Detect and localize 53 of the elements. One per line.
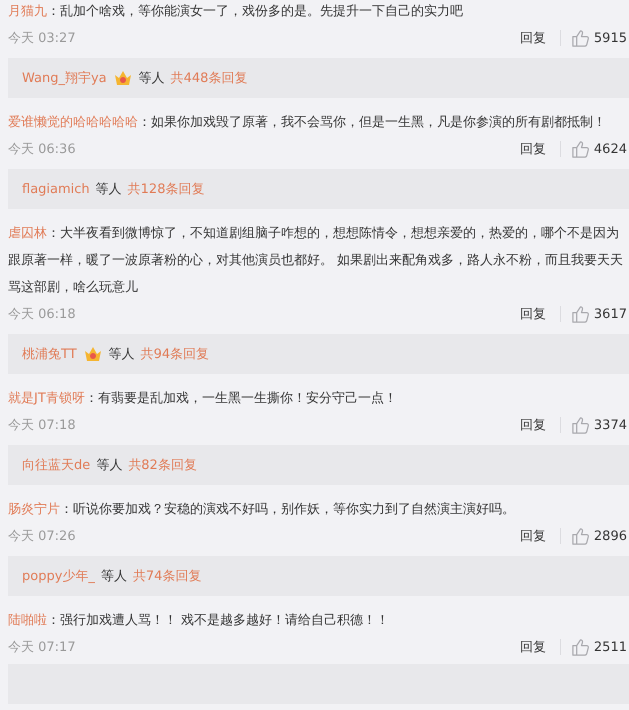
user-link[interactable]: 月猫九 (8, 4, 47, 19)
comment-text: 肠炎宁片：听说你要加戏？安稳的演戏不好吗，别作妖，等你实力到了自然演主演好吗。 (8, 501, 516, 519)
reply-others-text: 等人 (96, 457, 122, 474)
reply-others-text: 等人 (96, 181, 122, 198)
thumbs-up-icon[interactable] (570, 28, 590, 48)
like-count: 3374 (594, 418, 627, 432)
user-link[interactable]: 陆啪啦 (8, 613, 47, 628)
comment-text: 虐囚林：大半夜看到微博惊了，不知道剧组脑子咋想的，想想陈情令，想想亲爱的，热爱的，哪个不是因为跟原著一样，暖了一波原著粉的心，对其他演员也都好。 如果剧出来配角戏多，路人永不粉，而且我要天天骂这部剧，啥么玩意儿 (8, 225, 624, 297)
comment-time: 今天 07:17 (8, 639, 76, 656)
reply-others-text: 等人 (108, 346, 135, 363)
reply-user-link[interactable]: poppy少年_ (22, 567, 95, 585)
reply-user-link[interactable]: 向往蓝天de (22, 456, 90, 474)
comment-time: 今天 03:27 (8, 30, 76, 47)
thumbs-up-icon[interactable] (570, 416, 590, 434)
like-count: 4624 (594, 142, 627, 156)
like-count: 2511 (594, 640, 627, 654)
user-link[interactable]: 就是JT青锁呀 (8, 391, 85, 406)
comment-time: 今天 07:26 (8, 528, 76, 545)
like-count: 5915 (594, 30, 627, 46)
reply-others-text: 等人 (138, 70, 165, 87)
like-count: 3617 (594, 306, 627, 322)
thumbs-up-icon[interactable] (570, 526, 590, 546)
comment-text: 爱谁懒觉的哈哈哈哈哈：如果你加戏毁了原著，我不会骂你，但是一生黑，凡是你参演的所有剧都抵制！ (8, 114, 607, 132)
reply-user-link[interactable]: 桃浦兔TT (22, 345, 77, 363)
thumbs-up-icon[interactable] (570, 304, 590, 324)
comment-time: 今天 07:18 (8, 417, 76, 434)
reply-count-link[interactable]: 共448条回复 (170, 69, 248, 87)
comment-text: 就是JT青锁呀：有翡要是乱加戏，一生黑一生撕你！安分守己一点！ (8, 390, 398, 408)
user-link[interactable]: 肠炎宁片 (8, 502, 60, 517)
comment-text: 月猫九：乱加个啥戏，等你能演女一了，戏份多的是。先提升一下自己的实力吧 (8, 3, 464, 21)
reply-user-link[interactable]: flagiamich (22, 182, 90, 196)
reply-link[interactable]: 回复 (520, 638, 546, 656)
crown-badge-icon (82, 345, 103, 363)
thumbs-up-icon[interactable] (570, 638, 590, 656)
reply-count-link[interactable]: 共94条回复 (140, 345, 210, 363)
user-link[interactable]: 虐囚林 (8, 226, 47, 241)
reply-count-link[interactable]: 共82条回复 (128, 456, 197, 474)
reply-link[interactable]: 回复 (520, 29, 546, 47)
comment-time: 今天 06:18 (8, 306, 76, 323)
reply-link[interactable]: 回复 (520, 305, 546, 323)
reply-others-text: 等人 (100, 568, 127, 585)
reply-count-link[interactable]: 共74条回复 (132, 567, 202, 585)
reply-link[interactable]: 回复 (520, 527, 546, 545)
reply-count-link[interactable]: 共128条回复 (128, 180, 204, 198)
user-link[interactable]: 爱谁懒觉的哈哈哈哈哈 (8, 115, 138, 130)
reply-link[interactable]: 回复 (520, 416, 546, 434)
comment-time: 今天 06:36 (8, 141, 76, 158)
comment-text: 陆啪啦：强行加戏遭人骂！！ 戏不是越多越好！请给自己积德！！ (8, 612, 390, 630)
reply-link[interactable]: 回复 (520, 140, 546, 158)
thumbs-up-icon[interactable] (570, 140, 590, 158)
like-count: 2896 (594, 528, 627, 544)
crown-badge-icon (112, 69, 133, 87)
reply-user-link[interactable]: Wang_翔宇ya (22, 69, 107, 87)
